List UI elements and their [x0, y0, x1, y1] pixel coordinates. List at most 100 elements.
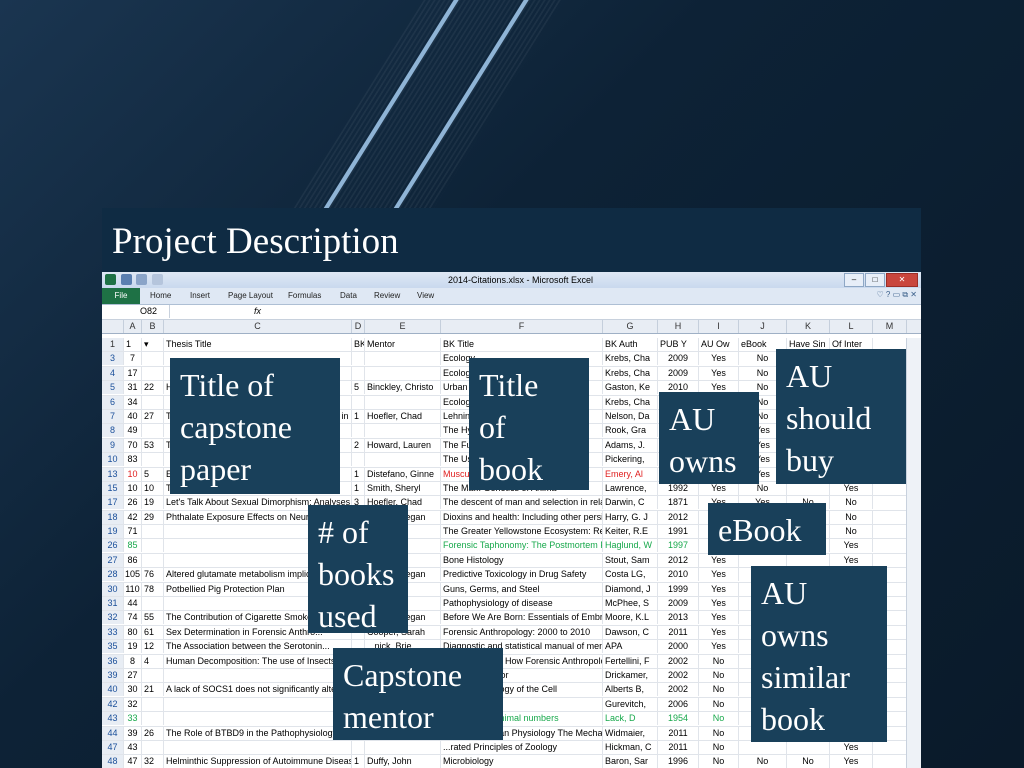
table-cell-i[interactable]: Yes: [699, 553, 739, 567]
column-header-k[interactable]: K: [787, 320, 830, 333]
table-cell-g[interactable]: Costa LG,: [603, 568, 658, 582]
table-cell-g[interactable]: Gurevitch,: [603, 697, 658, 711]
table-cell-g[interactable]: Emery, Al: [603, 467, 658, 481]
table-cell-g[interactable]: APA: [603, 640, 658, 654]
table-cell-h[interactable]: 2006: [658, 697, 699, 711]
table-cell-l[interactable]: Yes: [830, 553, 873, 567]
row-number[interactable]: 13: [102, 467, 124, 481]
table-cell-g[interactable]: Lawrence,: [603, 481, 658, 495]
row-number[interactable]: 18: [102, 510, 124, 524]
minimize-icon[interactable]: –: [844, 273, 864, 287]
table-cell-b[interactable]: 29: [142, 510, 164, 524]
table-cell-b[interactable]: [142, 740, 164, 754]
column-header-d[interactable]: D: [352, 320, 365, 333]
row-number[interactable]: 3: [102, 352, 124, 366]
table-cell-g[interactable]: Harry, G. J: [603, 510, 658, 524]
table-cell-g[interactable]: Krebs, Cha: [603, 366, 658, 380]
tab-view[interactable]: View: [417, 291, 434, 300]
row-number[interactable]: 36: [102, 654, 124, 668]
table-cell-b[interactable]: [142, 424, 164, 438]
table-cell-j[interactable]: [739, 740, 787, 754]
table-cell-e[interactable]: [365, 366, 441, 380]
row-number[interactable]: 10: [102, 453, 124, 467]
column-header-f[interactable]: F: [441, 320, 603, 333]
table-cell-h[interactable]: 1954: [658, 712, 699, 726]
table-cell-i[interactable]: No: [699, 712, 739, 726]
table-cell-i[interactable]: Yes: [699, 597, 739, 611]
table-cell-i[interactable]: Yes: [699, 582, 739, 596]
table-cell-a[interactable]: 34: [124, 395, 142, 409]
table-cell-a[interactable]: 27: [124, 668, 142, 682]
row-number[interactable]: 40: [102, 683, 124, 697]
table-cell-d[interactable]: [352, 395, 365, 409]
row-number[interactable]: 42: [102, 697, 124, 711]
tab-page-layout[interactable]: Page Layout: [228, 291, 273, 300]
header-cell-a[interactable]: 1: [124, 338, 142, 351]
table-cell-i[interactable]: No: [699, 683, 739, 697]
table-cell-d[interactable]: 1: [352, 409, 365, 423]
table-cell-b[interactable]: 4: [142, 654, 164, 668]
function-icon[interactable]: fx: [254, 306, 261, 316]
table-cell-c[interactable]: Human Decomposition: The use of Insects …: [164, 654, 352, 668]
table-cell-b[interactable]: [142, 395, 164, 409]
table-cell-b[interactable]: 21: [142, 683, 164, 697]
row-number[interactable]: 30: [102, 582, 124, 596]
row-number[interactable]: 27: [102, 553, 124, 567]
tab-insert[interactable]: Insert: [190, 291, 210, 300]
table-cell-h[interactable]: 2009: [658, 366, 699, 380]
table-cell-a[interactable]: 110: [124, 582, 142, 596]
header-cell-bk-auth[interactable]: BK Auth: [603, 338, 658, 351]
redo-icon[interactable]: [151, 274, 163, 285]
table-cell-a[interactable]: 8: [124, 654, 142, 668]
table-cell-a[interactable]: 83: [124, 453, 142, 467]
table-cell-i[interactable]: Yes: [699, 611, 739, 625]
table-cell-i[interactable]: Yes: [699, 366, 739, 380]
table-cell-h[interactable]: 1991: [658, 525, 699, 539]
table-cell-a[interactable]: 31: [124, 381, 142, 395]
table-cell-b[interactable]: [142, 366, 164, 380]
table-cell-g[interactable]: Dawson, C: [603, 625, 658, 639]
table-cell-b[interactable]: [142, 668, 164, 682]
name-box[interactable]: O82: [102, 305, 170, 318]
row-number[interactable]: 17: [102, 496, 124, 510]
table-cell-b[interactable]: [142, 352, 164, 366]
table-cell-h[interactable]: 2002: [658, 683, 699, 697]
table-cell-h[interactable]: 1996: [658, 755, 699, 768]
table-cell-a[interactable]: 49: [124, 424, 142, 438]
table-cell-a[interactable]: 26: [124, 496, 142, 510]
table-cell-i[interactable]: Yes: [699, 352, 739, 366]
table-cell-f[interactable]: Forensic Anthropology: 2000 to 2010: [441, 625, 603, 639]
table-cell-c[interactable]: [164, 697, 352, 711]
column-header-a[interactable]: A: [124, 320, 142, 333]
table-cell-f[interactable]: Dioxins and health: Including other pers…: [441, 510, 603, 524]
table-cell-i[interactable]: Yes: [699, 568, 739, 582]
table-cell-b[interactable]: [142, 553, 164, 567]
table-cell-f[interactable]: The descent of man and selection in rela…: [441, 496, 603, 510]
table-cell-h[interactable]: 2000: [658, 640, 699, 654]
table-cell-f[interactable]: Pathophysiology of disease: [441, 597, 603, 611]
table-cell-i[interactable]: Yes: [699, 640, 739, 654]
table-cell-b[interactable]: 76: [142, 568, 164, 582]
table-cell-i[interactable]: No: [699, 697, 739, 711]
table-cell-a[interactable]: 80: [124, 625, 142, 639]
row-number[interactable]: 5: [102, 381, 124, 395]
table-cell-e[interactable]: Howard, Lauren: [365, 438, 441, 452]
tab-formulas[interactable]: Formulas: [288, 291, 321, 300]
table-cell-h[interactable]: 1997: [658, 539, 699, 553]
tab-home[interactable]: Home: [150, 291, 171, 300]
table-cell-h[interactable]: 2009: [658, 352, 699, 366]
filter-dropdown-icon[interactable]: ▾: [142, 338, 164, 351]
table-cell-g[interactable]: Moore, K.L: [603, 611, 658, 625]
table-cell-l[interactable]: No: [830, 510, 873, 524]
table-cell-g[interactable]: Nelson, Da: [603, 409, 658, 423]
row-number[interactable]: 44: [102, 726, 124, 740]
table-cell-b[interactable]: [142, 453, 164, 467]
tab-file[interactable]: File: [102, 288, 140, 304]
table-cell-g[interactable]: Haglund, W: [603, 539, 658, 553]
table-cell-b[interactable]: 5: [142, 467, 164, 481]
table-cell-b[interactable]: 12: [142, 640, 164, 654]
table-cell-b[interactable]: 22: [142, 381, 164, 395]
header-cell-thesis-title[interactable]: Thesis Title: [164, 338, 352, 351]
column-header-corner[interactable]: [102, 320, 124, 333]
table-cell-f[interactable]: Before We Are Born: Essentials of Embryo…: [441, 611, 603, 625]
